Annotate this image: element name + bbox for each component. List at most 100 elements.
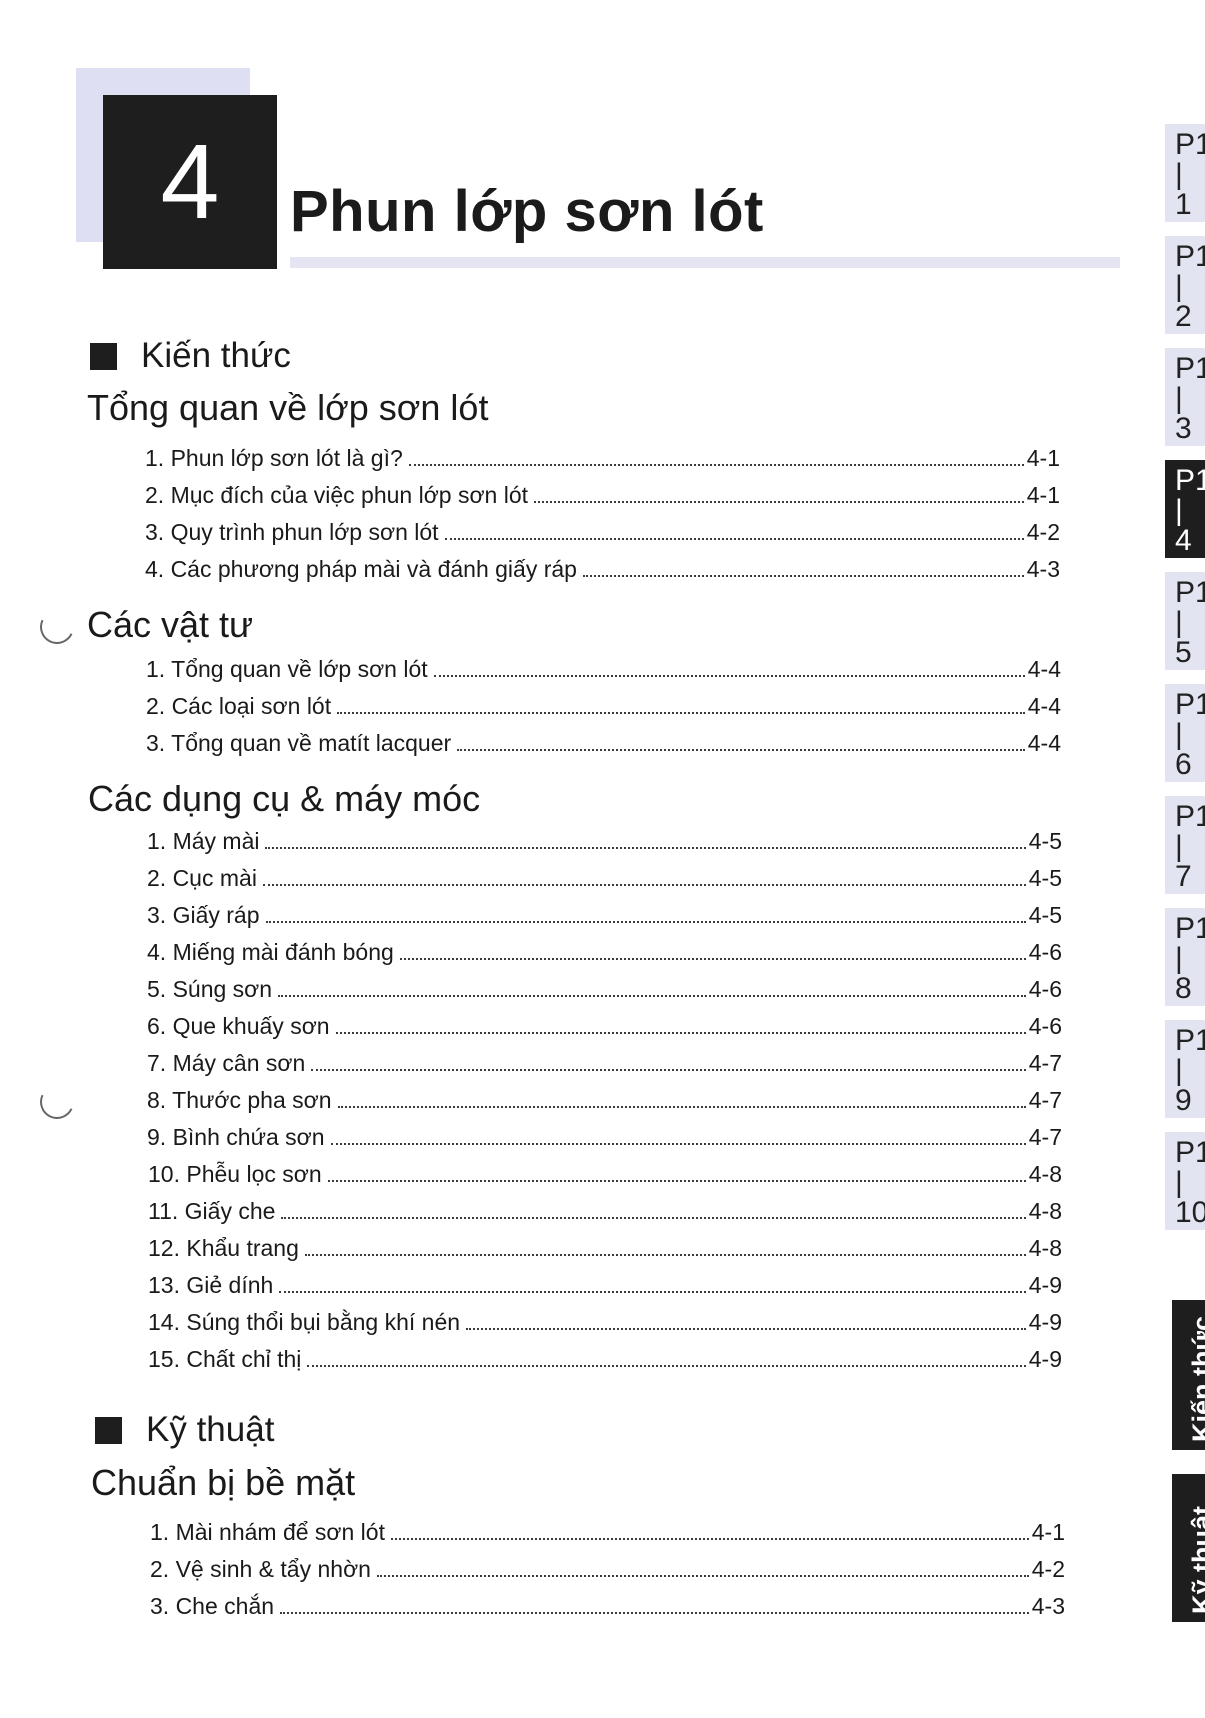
- toc-entry-page: 4-6: [1028, 976, 1062, 1002]
- subsection-title: Tổng quan về lớp sơn lót: [87, 387, 489, 428]
- side-tab-2[interactable]: P1 | 2: [1165, 236, 1205, 334]
- toc-entry[interactable]: 3. Che chắn 4-3: [150, 1593, 1065, 1620]
- subsection-title: Các dụng cụ & máy móc: [88, 778, 481, 819]
- toc-entry-page: 4-5: [1028, 865, 1062, 891]
- toc-entry-page: 4-6: [1028, 939, 1062, 965]
- toc-leader-dots: [327, 1179, 1026, 1182]
- toc-entry[interactable]: 11. Giấy che 4-8: [148, 1198, 1062, 1225]
- section-heading-text: Kiến thức: [141, 336, 291, 375]
- toc-entry-title: 1. Máy mài: [147, 828, 260, 854]
- toc-entry[interactable]: 3. Quy trình phun lớp sơn lót 4-2: [145, 519, 1060, 546]
- side-tab-10[interactable]: P1 | 10: [1165, 1132, 1205, 1230]
- toc-entry[interactable]: 15. Chất chỉ thị 4-9: [148, 1346, 1062, 1373]
- toc-leader-dots: [337, 1105, 1026, 1108]
- toc-entry-page: 4-9: [1028, 1272, 1062, 1298]
- side-tab-6[interactable]: P1 | 6: [1165, 684, 1205, 782]
- side-tab-5[interactable]: P1 | 5: [1165, 572, 1205, 670]
- toc-entry-page: 4-3: [1026, 556, 1060, 582]
- vertical-tab-label: Kiến thức: [1187, 1315, 1205, 1442]
- side-tab-9[interactable]: P1 | 9: [1165, 1020, 1205, 1118]
- toc-entry-page: 4-2: [1031, 1556, 1065, 1582]
- chapter-title-underline: [290, 257, 1120, 268]
- toc-entry-title: 1. Mài nhám để sơn lót: [150, 1519, 385, 1545]
- binder-hole: [35, 605, 79, 649]
- toc-entry[interactable]: 7. Máy cân sơn 4-7: [147, 1050, 1062, 1077]
- chapter-number: 4: [103, 95, 277, 269]
- toc-leader-dots: [279, 1290, 1026, 1293]
- toc-leader-dots: [390, 1537, 1029, 1540]
- toc-entry-title: 2. Cục mài: [147, 865, 257, 891]
- section-heading-kien-thuc: Kiến thức: [90, 336, 291, 376]
- toc-entry[interactable]: 2. Cục mài 4-5: [147, 865, 1062, 892]
- toc-entry-page: 4-5: [1028, 902, 1062, 928]
- side-tab-1[interactable]: P1 | 1: [1165, 124, 1205, 222]
- toc-entry[interactable]: 9. Bình chứa sơn 4-7: [147, 1124, 1062, 1151]
- toc-entry-title: 6. Que khuấy sơn: [147, 1013, 330, 1039]
- toc-entry-title: 10. Phễu lọc sơn: [148, 1161, 322, 1187]
- toc-entry-page: 4-1: [1026, 482, 1060, 508]
- toc-leader-dots: [457, 748, 1025, 751]
- toc-leader-dots: [534, 500, 1024, 503]
- toc-leader-dots: [376, 1574, 1029, 1577]
- chapter-title: Phun lớp sơn lót: [290, 179, 764, 244]
- toc-entry-page: 4-1: [1031, 1519, 1065, 1545]
- toc-entry-title: 2. Mục đích của việc phun lớp sơn lót: [145, 482, 529, 508]
- toc-leader-dots: [311, 1068, 1026, 1071]
- toc-leader-dots: [304, 1253, 1026, 1256]
- toc-leader-dots: [262, 883, 1026, 886]
- toc-entry[interactable]: 8. Thước pha sơn 4-7: [147, 1087, 1062, 1114]
- toc-entry-title: 3. Che chắn: [150, 1593, 275, 1619]
- toc-entry[interactable]: 2. Các loại sơn lót 4-4: [146, 693, 1061, 720]
- toc-entry-page: 4-4: [1027, 693, 1061, 719]
- toc-entry-title: 3. Giấy ráp: [147, 902, 260, 928]
- toc-entry[interactable]: 6. Que khuấy sơn 4-6: [147, 1013, 1062, 1040]
- toc-leader-dots: [582, 574, 1024, 577]
- toc-entry[interactable]: 1. Mài nhám để sơn lót 4-1: [150, 1519, 1065, 1546]
- vertical-tab-ky-thuat[interactable]: Kỹ thuật: [1172, 1474, 1205, 1622]
- toc-entry[interactable]: 4. Miếng mài đánh bóng 4-6: [147, 939, 1062, 966]
- toc-entry-page: 4-3: [1031, 1593, 1065, 1619]
- toc-entry[interactable]: 1. Máy mài 4-5: [147, 828, 1062, 855]
- subsection-title: Các vật tư: [87, 604, 254, 645]
- toc-entry[interactable]: 2. Mục đích của việc phun lớp sơn lót 4-1: [145, 482, 1060, 509]
- toc-entry[interactable]: 13. Giẻ dính 4-9: [148, 1272, 1062, 1299]
- document-page: 4 Phun lớp sơn lót Kiến thức Tổng quan v…: [0, 0, 1205, 1718]
- toc-entry[interactable]: 4. Các phương pháp mài và đánh giấy ráp 4…: [145, 556, 1060, 583]
- binder-hole: [35, 1080, 79, 1124]
- toc-entry-title: 5. Súng sơn: [147, 976, 273, 1002]
- toc-entry-page: 4-9: [1028, 1346, 1062, 1372]
- vertical-tab-label: Kỹ thuật: [1187, 1506, 1205, 1614]
- toc-entry[interactable]: 2. Vệ sinh & tẩy nhờn 4-2: [150, 1556, 1065, 1583]
- toc-entry-title: 8. Thước pha sơn: [147, 1087, 332, 1113]
- toc-leader-dots: [337, 711, 1025, 714]
- toc-entry[interactable]: 10. Phễu lọc sơn 4-8: [148, 1161, 1062, 1188]
- vertical-tab-kien-thuc[interactable]: Kiến thức: [1172, 1300, 1205, 1450]
- toc-entry[interactable]: 5. Súng sơn 4-6: [147, 976, 1062, 1003]
- toc-entry[interactable]: 12. Khẩu trang 4-8: [148, 1235, 1062, 1262]
- toc-entry[interactable]: 14. Súng thổi bụi bằng khí nén 4-9: [148, 1309, 1062, 1336]
- side-tab-4-active[interactable]: P1 | 4: [1165, 460, 1205, 558]
- toc-entry-title: 13. Giẻ dính: [148, 1272, 274, 1298]
- toc-entry[interactable]: 3. Tổng quan về matít lacquer 4-4: [146, 730, 1061, 757]
- toc-entry[interactable]: 1. Tổng quan về lớp sơn lót 4-4: [146, 656, 1061, 683]
- toc-leader-dots: [330, 1142, 1026, 1145]
- toc-entry-title: 2. Vệ sinh & tẩy nhờn: [150, 1556, 371, 1582]
- toc-leader-dots: [444, 537, 1024, 540]
- toc-entry-page: 4-8: [1028, 1235, 1062, 1261]
- toc-entry-page: 4-8: [1028, 1198, 1062, 1224]
- toc-leader-dots: [307, 1364, 1026, 1367]
- side-tab-3[interactable]: P1 | 3: [1165, 348, 1205, 446]
- toc-leader-dots: [399, 957, 1026, 960]
- toc-entry-page: 4-7: [1028, 1087, 1062, 1113]
- side-tab-8[interactable]: P1 | 8: [1165, 908, 1205, 1006]
- subsection-title: Chuẩn bị bề mặt: [91, 1462, 356, 1503]
- toc-entry-page: 4-4: [1027, 656, 1061, 682]
- toc-entry-title: 7. Máy cân sơn: [147, 1050, 306, 1076]
- toc-entry-title: 9. Bình chứa sơn: [147, 1124, 325, 1150]
- toc-entry[interactable]: 1. Phun lớp sơn lót là gì? 4-1: [145, 445, 1060, 472]
- toc-entry-page: 4-6: [1028, 1013, 1062, 1039]
- toc-entry-title: 1. Phun lớp sơn lót là gì?: [145, 445, 403, 471]
- side-tab-7[interactable]: P1 | 7: [1165, 796, 1205, 894]
- toc-entry[interactable]: 3. Giấy ráp 4-5: [147, 902, 1062, 929]
- section-bullet-square: [90, 342, 117, 370]
